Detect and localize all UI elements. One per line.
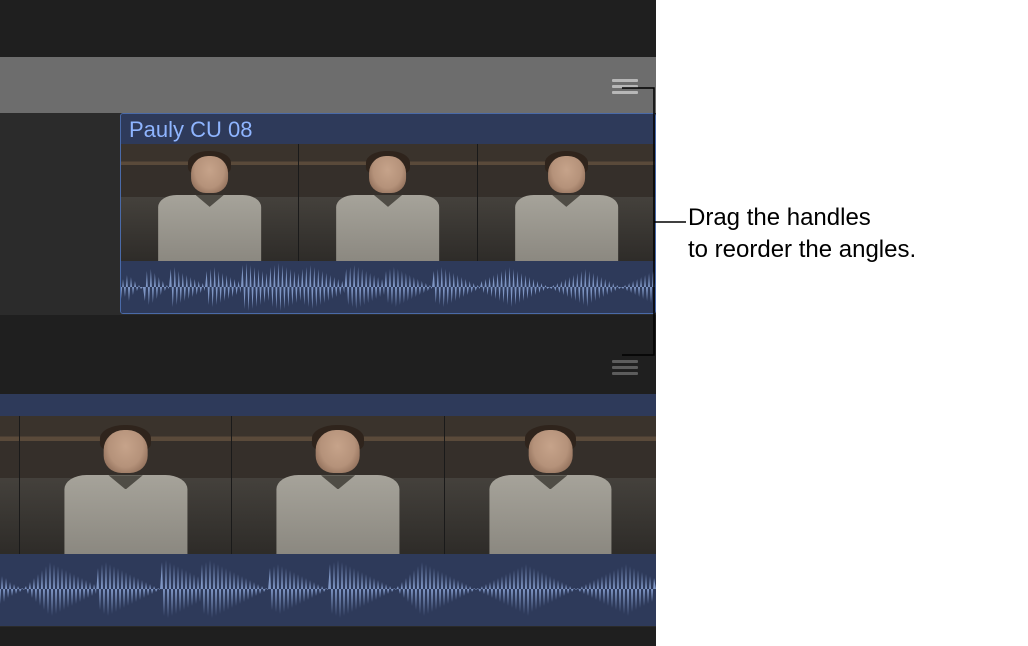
clip-title-bar xyxy=(0,394,656,416)
clip-thumb xyxy=(0,416,20,554)
annotation-line: Drag the handles xyxy=(688,204,871,231)
angle-lane-2-header xyxy=(0,338,656,394)
clip-thumb xyxy=(299,144,477,262)
clip-bottom-strip xyxy=(0,620,656,626)
clip-thumb xyxy=(445,416,656,554)
clip-thumb xyxy=(20,416,232,554)
clip-pauly-cu-08[interactable]: Pauly CU 08 xyxy=(120,113,656,314)
clip-title: Pauly CU 08 xyxy=(129,117,253,143)
clip-filmstrip xyxy=(0,416,656,554)
angle-editor: Pauly CU 08 xyxy=(0,0,656,646)
angle-lane-2 xyxy=(0,338,656,627)
clip-angle-2[interactable] xyxy=(0,394,656,626)
clip-thumb xyxy=(232,416,444,554)
angle-lane-1-header xyxy=(0,57,656,113)
angle-lane-1: Pauly CU 08 xyxy=(0,57,656,315)
clip-audio-waveform xyxy=(0,558,656,620)
annotation-leader-line xyxy=(620,0,690,400)
annotation-line: to reorder the angles. xyxy=(688,236,916,263)
clip-audio-waveform xyxy=(121,261,655,313)
clip-thumb xyxy=(121,144,299,262)
annotation-text: Drag the handles to reorder the angles. xyxy=(688,202,916,267)
clip-filmstrip xyxy=(121,144,655,262)
annotation-area: Drag the handles to reorder the angles. xyxy=(656,0,1028,646)
